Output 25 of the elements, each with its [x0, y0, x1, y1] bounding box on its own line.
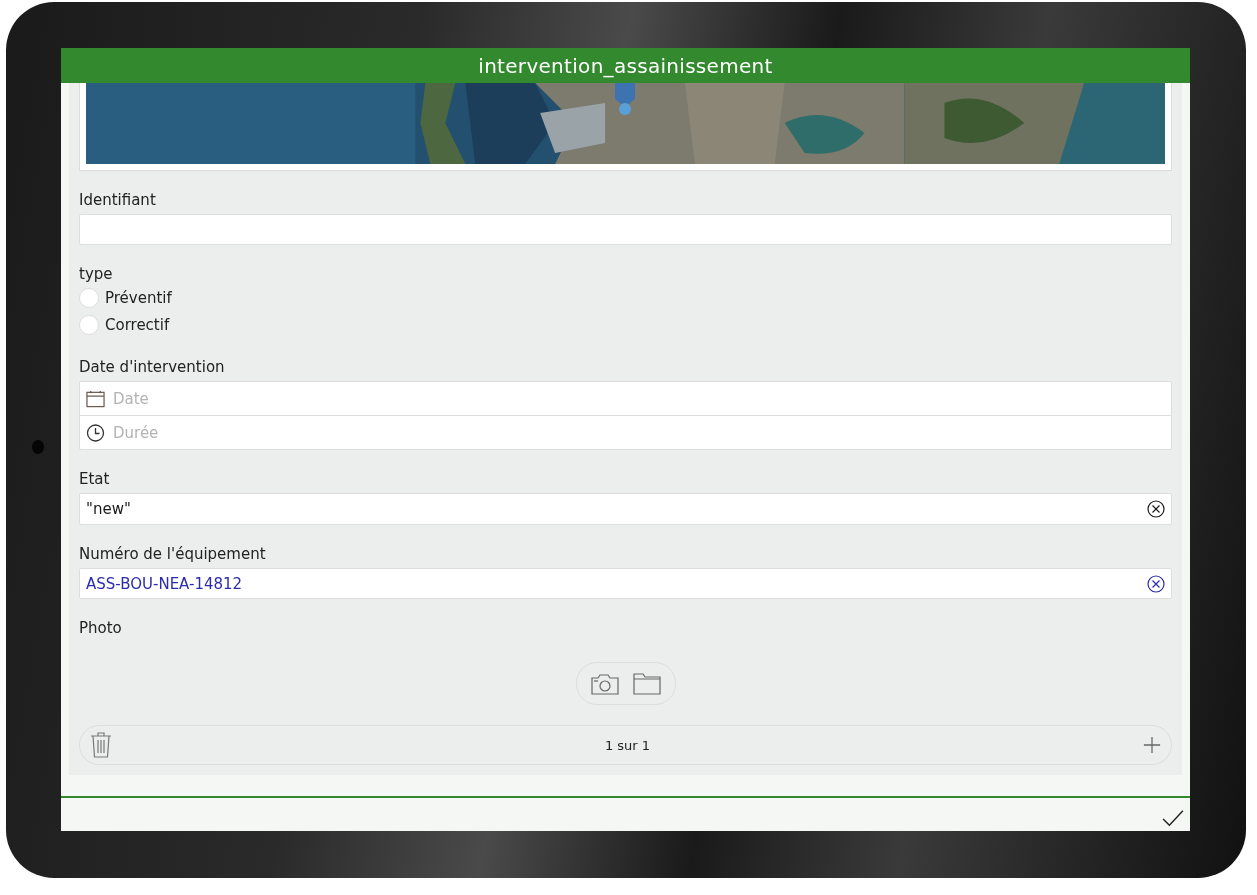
- option-label[interactable]: Correctif: [105, 315, 170, 334]
- field-label: Photo: [79, 619, 123, 638]
- app-title: intervention_assainissement: [478, 53, 773, 78]
- input-field[interactable]: ASS-BOU-NEA-14812: [79, 567, 1172, 600]
- input-field[interactable]: [79, 214, 1172, 246]
- clear-icon[interactable]: [1147, 500, 1165, 519]
- radio-button[interactable]: [79, 314, 99, 335]
- trash-icon[interactable]: [90, 732, 112, 759]
- radio-button[interactable]: [79, 287, 99, 308]
- field-label: Identifiant: [79, 191, 157, 209]
- calendar-icon: [86, 389, 105, 408]
- field-label: Etat: [79, 470, 111, 489]
- option-label[interactable]: Préventif: [105, 288, 172, 307]
- input-field[interactable]: "new": [79, 493, 1172, 525]
- page-count: 1 sur 1: [604, 737, 651, 753]
- clear-icon[interactable]: [1147, 574, 1165, 593]
- checkmark-icon[interactable]: [1162, 809, 1184, 827]
- field-label: Numéro de l'équipement: [79, 544, 267, 563]
- field-label: type: [79, 265, 114, 284]
- clock-icon: [86, 423, 105, 442]
- field-label: Date d'intervention: [79, 358, 226, 377]
- add-icon[interactable]: [1143, 736, 1161, 755]
- field-value: "new": [86, 500, 132, 519]
- field-value: ASS-BOU-NEA-14812: [86, 574, 244, 593]
- folder-icon[interactable]: [632, 672, 661, 695]
